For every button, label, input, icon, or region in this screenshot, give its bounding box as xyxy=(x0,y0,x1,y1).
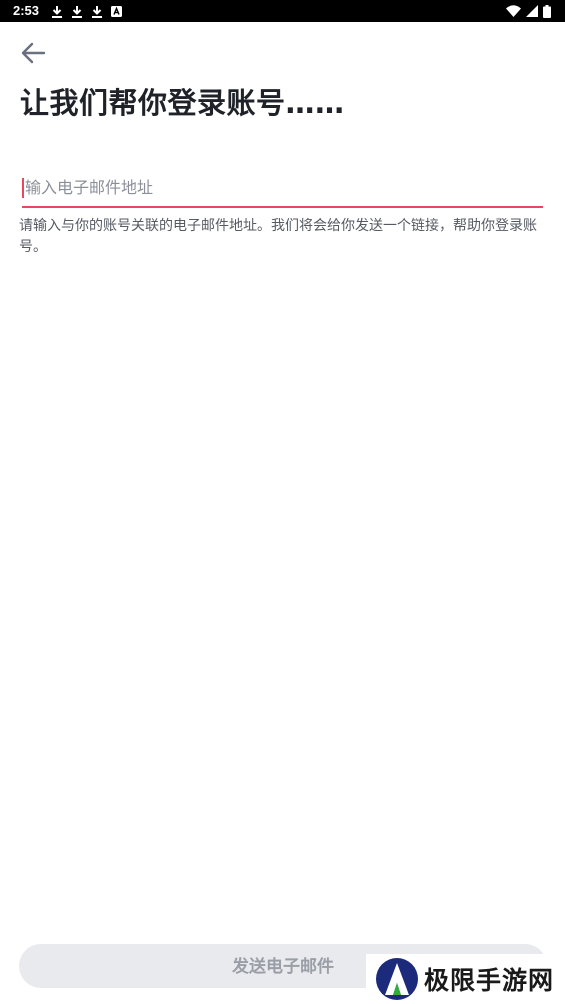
app-notification-icon xyxy=(111,5,122,17)
status-notification-icons xyxy=(51,4,122,18)
page-title: 让我们帮你登录账号…… xyxy=(20,86,345,120)
status-bar: 2:53 xyxy=(0,0,565,22)
email-field-container[interactable] xyxy=(22,170,546,208)
status-system-icons xyxy=(506,4,551,18)
battery-icon xyxy=(543,4,551,18)
text-cursor xyxy=(22,178,24,198)
signal-icon xyxy=(526,5,538,17)
download-icon xyxy=(52,5,62,18)
wifi-icon xyxy=(506,5,521,17)
status-time: 2:53 xyxy=(13,3,40,18)
download-icon xyxy=(92,5,102,18)
screen: 2:53 让我们帮你登录账号…… 输入电子邮件地址 请输入与你的账号关联的电子邮… xyxy=(0,0,565,1004)
email-field[interactable] xyxy=(22,170,546,204)
helper-text: 请输入与你的账号关联的电子邮件地址。我们将会给你发送一个链接，帮助你登录账号。 xyxy=(19,218,537,255)
watermark-logo-icon xyxy=(376,958,418,1000)
watermark: 极限手游网 xyxy=(366,954,565,1004)
download-icon xyxy=(72,5,82,18)
watermark-text: 极限手游网 xyxy=(424,966,555,995)
back-button[interactable] xyxy=(18,38,48,68)
arrow-left-icon xyxy=(21,42,46,64)
